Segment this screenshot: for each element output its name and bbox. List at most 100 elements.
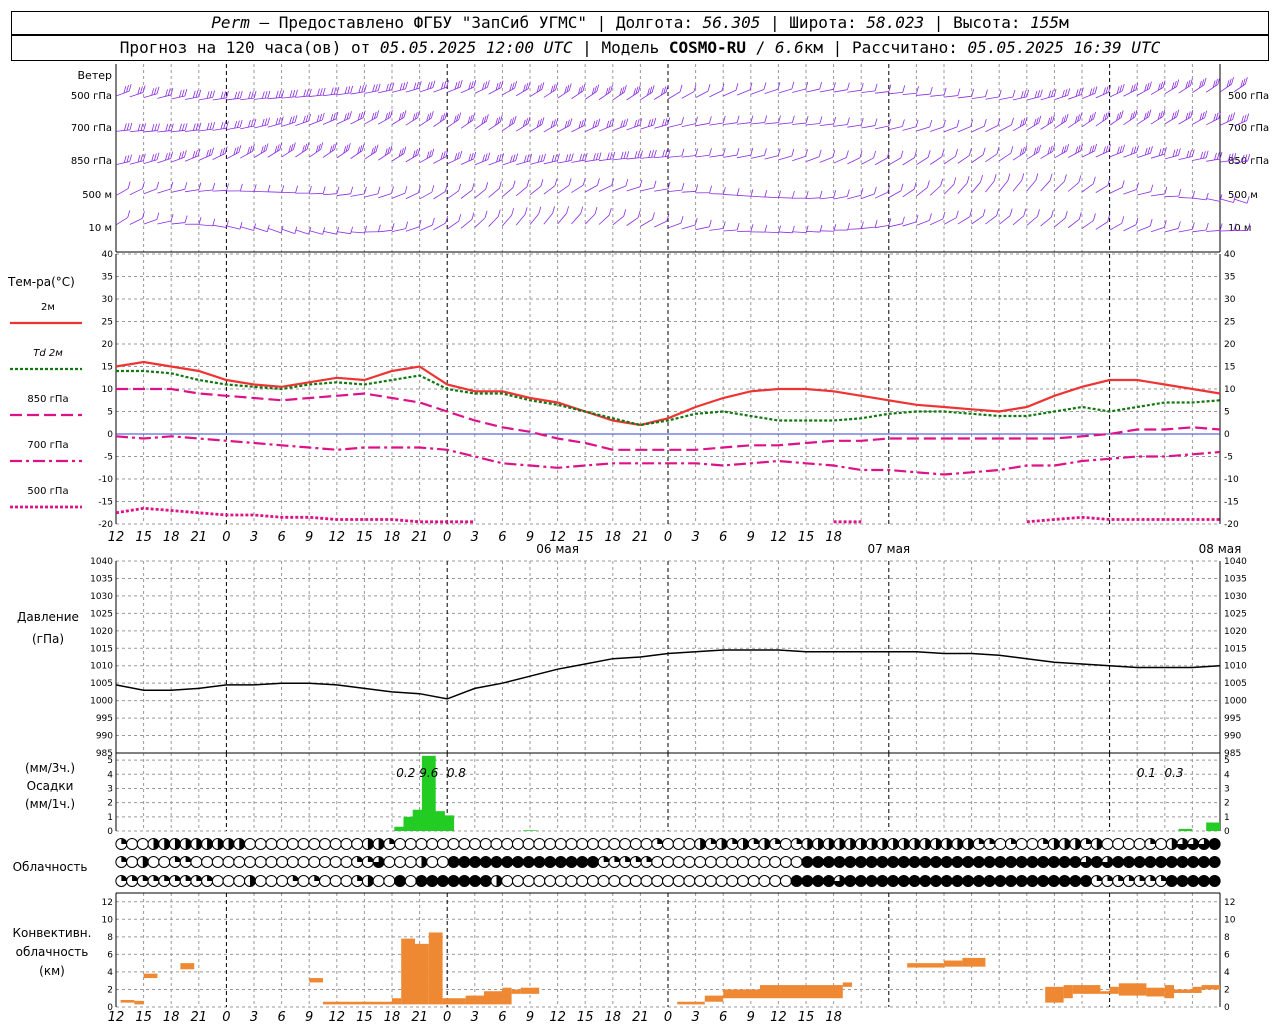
wind-barb (985, 180, 995, 193)
cloud-cover-symbol (436, 838, 449, 850)
wind-barb-flag (275, 90, 279, 99)
cloud-cover-symbol (908, 875, 921, 887)
cloud-cover-symbol (479, 856, 492, 868)
cloud-cover-symbol (222, 875, 235, 887)
wind-barb-flag (570, 153, 574, 161)
conv-bar (1100, 991, 1110, 994)
cloud-cover-symbol (1004, 856, 1017, 868)
wind-barb (198, 224, 213, 227)
wind-barb (1081, 183, 1094, 193)
wind-barb-flag (968, 148, 972, 156)
cloud-cover-fill (603, 856, 610, 862)
wind-barb-flag (957, 88, 961, 96)
cloud-cover-symbol (972, 875, 985, 887)
cloud-cover-fill (239, 838, 245, 850)
wind-barb (433, 118, 446, 127)
temp-xtick: 15 (356, 530, 373, 545)
wind-barb-flag (294, 115, 298, 123)
wind-barb-flag (1176, 79, 1180, 87)
cloud-cover-symbol (404, 856, 417, 868)
wind-barb-flag (350, 186, 354, 194)
cloud-cover-fill (818, 838, 824, 850)
wind-barb (1123, 152, 1137, 158)
wind-barb (364, 151, 377, 160)
wind-barb-flag (306, 89, 309, 97)
wind-barb (819, 196, 834, 200)
temp-xtick: 21 (632, 530, 649, 545)
wind-barb-flag (192, 90, 196, 99)
wind-barb-flag (372, 84, 376, 92)
cloud-cover-symbol (844, 856, 857, 868)
wind-barb-flag (609, 152, 613, 160)
wind-barb-flag (514, 80, 518, 89)
temp-xtick: 15 (135, 530, 152, 545)
wind-barb (1012, 123, 1026, 132)
cloud-cover-fill (1171, 838, 1178, 850)
pressure-ytick-right: 1000 (1224, 697, 1247, 707)
wind-barb-flag (597, 178, 600, 186)
wind-barb-flag (1186, 150, 1190, 158)
pressure-ytick-left: 1030 (90, 592, 113, 602)
cloud-cover-symbol (1026, 875, 1039, 887)
wind-barb-flag (680, 215, 684, 224)
wind-barb (267, 123, 282, 128)
wind-barb-flag (184, 182, 188, 190)
wind-barb (971, 125, 985, 133)
temp-ytick-left: 20 (102, 340, 114, 350)
wind-barb (1178, 228, 1193, 233)
wind-barb (143, 130, 158, 133)
wind-barb-flag (709, 148, 712, 156)
wind-barb-flag (261, 118, 265, 127)
cloud-cover-symbol (554, 856, 567, 868)
cloud-cover-symbol (994, 875, 1007, 887)
wind-barb (571, 159, 586, 163)
cloud-cover-symbol (576, 875, 589, 887)
wind-barb (557, 90, 570, 99)
cloud-cover-symbol (737, 875, 750, 887)
temp-ytick-left: -15 (98, 498, 113, 508)
wind-barb-flag (459, 150, 463, 159)
wind-barb (695, 226, 710, 231)
wind-barb (460, 158, 474, 165)
cloud-cover-fill (828, 838, 835, 850)
wind-barb (916, 219, 930, 226)
wind-level-label-left: 850 гПа (71, 156, 112, 167)
wind-barb (902, 188, 915, 198)
cloud-cover-symbol (479, 838, 492, 850)
cloud-cover-symbol (243, 838, 256, 850)
wind-barb-flag (184, 88, 188, 97)
cloud-cover-symbol (951, 875, 964, 887)
conv-bar (120, 999, 135, 1003)
wind-barb (667, 91, 681, 100)
wind-barb (1040, 216, 1052, 227)
wind-barb (1095, 91, 1109, 99)
wind-barb (1054, 120, 1067, 129)
wind-barb (1081, 118, 1094, 128)
conv-ytick-right: 4 (1224, 968, 1230, 978)
wind-barb (281, 96, 296, 99)
temp-ytick-left: 10 (102, 385, 114, 395)
precip-bar (523, 830, 537, 831)
pressure-unit: (гПа) (32, 632, 64, 646)
wind-barb-flag (541, 82, 545, 90)
wind-barb (184, 129, 199, 132)
precip-ytick-left: 3 (107, 784, 113, 794)
wind-barb-flag (596, 84, 600, 92)
precip-ytick-left: 0 (107, 827, 113, 837)
cloud-cover-symbol (672, 856, 685, 868)
conv-bar (392, 998, 402, 1005)
wind-barb-flag (764, 148, 767, 156)
cloud-cover-symbol (190, 856, 203, 868)
wind-barb-flag (980, 174, 983, 183)
conv-bar (1164, 985, 1174, 999)
wind-barb (847, 228, 862, 230)
wind-barb-flag (524, 207, 528, 215)
cloud-cover-symbol (779, 875, 792, 887)
temp-xtick: 0 (443, 530, 451, 545)
wind-barb-flag (593, 153, 596, 161)
cloud-cover-symbol (147, 856, 160, 868)
cloud-cover-symbol (1133, 838, 1146, 850)
wind-barb-flag (736, 115, 740, 123)
wind-barb-flag (179, 90, 182, 98)
cloud-cover-symbol (1047, 875, 1060, 887)
